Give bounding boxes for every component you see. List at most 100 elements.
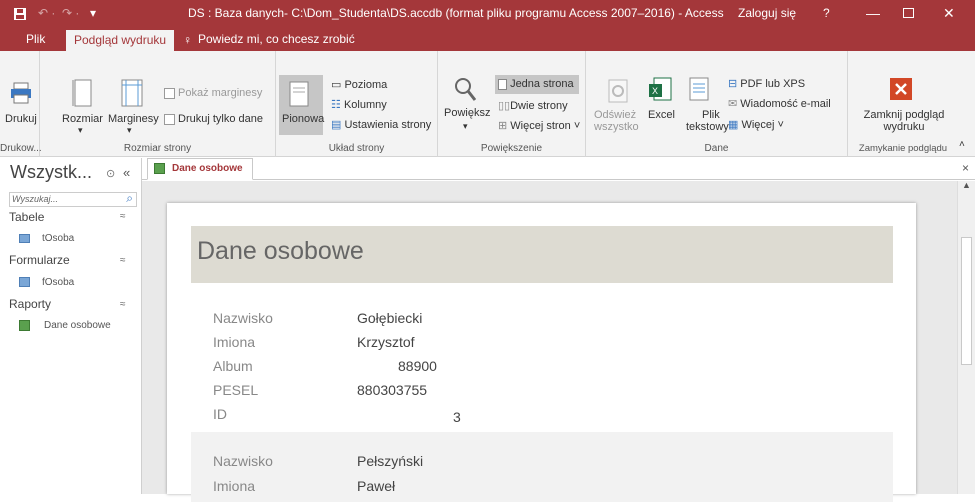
scroll-up-icon[interactable]: ▲ <box>962 180 971 190</box>
section-tables[interactable]: Tabele <box>9 210 44 224</box>
close-preview-button[interactable]: Zamknij podgląd wydruku <box>854 109 954 133</box>
more-pages-icon: ⊞ <box>498 120 508 132</box>
page-setup-button[interactable]: ▤ Ustawienia strony <box>331 118 431 131</box>
nav-item-tosoba[interactable]: tOsoba <box>42 233 74 244</box>
group-print-label: Drukow... <box>0 143 42 154</box>
redo-icon[interactable]: ↷ · <box>62 0 79 27</box>
value-album: 88900 <box>398 358 437 374</box>
more-export-button[interactable]: ▦ Więcej ˅ <box>728 118 784 131</box>
nav-search-input[interactable]: Wyszukaj... ⌕ <box>9 191 137 207</box>
print-data-only-checkbox[interactable]: Drukuj tylko dane <box>164 113 263 125</box>
zoom-button[interactable]: Powiększ <box>444 107 490 119</box>
sign-in-link[interactable]: Zaloguj się <box>738 0 796 27</box>
label-imiona: Imiona <box>213 334 256 350</box>
refresh-icon <box>608 79 628 103</box>
pdf-label: PDF lub XPS <box>740 78 806 90</box>
label-nazwisko: Nazwisko <box>213 310 273 326</box>
portrait-button[interactable]: Pionowa <box>282 113 324 125</box>
text-file-button[interactable]: Plik tekstowy <box>686 109 729 133</box>
close-doc-icon[interactable]: × <box>962 161 969 175</box>
collapse-ribbon-icon[interactable]: ˄ <box>959 139 965 150</box>
tab-print-preview[interactable]: Podgląd wydruku <box>66 30 175 51</box>
pdf-xps-button[interactable]: ⊟ PDF lub XPS <box>728 77 805 90</box>
nav-search-placeholder: Wyszukaj... <box>12 194 59 204</box>
tell-me-box[interactable]: Powiedz mi, co chcesz zrobić <box>190 27 363 51</box>
columns-icon: ☷ <box>331 99 341 111</box>
nav-item-fosoba[interactable]: fOsoba <box>42 277 74 288</box>
minimize-button[interactable]: — <box>866 0 880 27</box>
group-zoom-label: Powiększenie <box>480 143 543 154</box>
group-close-label: Zamykanie podglądu <box>858 143 948 154</box>
vertical-scrollbar[interactable]: ▲ <box>957 180 975 494</box>
landscape-button[interactable]: ▭ Pozioma <box>331 78 387 91</box>
size-button[interactable]: Rozmiar <box>62 113 103 125</box>
size-dropdown-icon: ▾ <box>78 125 83 135</box>
show-margins-checkbox[interactable]: Pokaż marginesy <box>164 87 262 99</box>
refresh-all-button[interactable]: Odśwież wszystko <box>594 109 639 133</box>
one-page-button[interactable]: Jedna strona <box>498 78 574 90</box>
text-file-label-2: tekstowy <box>686 121 729 133</box>
save-icon[interactable] <box>14 8 26 20</box>
section-reports[interactable]: Raporty <box>9 297 51 311</box>
record-band-alt <box>191 432 893 502</box>
ribbon: Drukuj Drukow... Rozmiar ▾ Marginesy ▾ P… <box>0 51 975 157</box>
value-nazwisko: Gołębiecki <box>357 310 423 326</box>
group-data: Odśwież wszystko X Excel Plik tekstowy ⊟ P… <box>586 51 848 157</box>
one-page-label: Jedna strona <box>510 78 574 90</box>
scroll-thumb[interactable] <box>961 237 972 365</box>
page-setup-label: Ustawienia strony <box>344 119 432 131</box>
more-pages-button[interactable]: ⊞ Więcej stron ˅ <box>498 119 580 132</box>
excel-icon: X <box>649 77 672 101</box>
email-icon: ✉ <box>728 98 738 110</box>
label-id: ID <box>213 406 227 422</box>
columns-label: Kolumny <box>343 99 387 111</box>
undo-icon[interactable]: ↶ · <box>38 0 55 27</box>
report-page: Dane osobowe Nazwisko Gołębiecki Imiona … <box>167 203 916 502</box>
svg-text:X: X <box>652 86 658 96</box>
label-album: Album <box>213 358 253 374</box>
print-data-only-label: Drukuj tylko dane <box>178 113 263 125</box>
nav-item-dane-osobowe[interactable]: Dane osobowe <box>44 320 111 331</box>
tab-dane-osobowe[interactable]: Dane osobowe <box>147 158 253 180</box>
text-file-icon <box>689 77 709 101</box>
nav-collapse-icon[interactable]: « <box>123 165 130 180</box>
chevron-up-icon[interactable]: ≈ <box>120 255 126 266</box>
section-forms[interactable]: Formularze <box>9 253 70 267</box>
printer-icon <box>11 82 31 104</box>
pdf-icon: ⊟ <box>728 78 738 90</box>
close-window-button[interactable]: ✕ <box>943 0 955 27</box>
group-page-size-label: Rozmiar strony <box>123 143 192 154</box>
print-button[interactable]: Drukuj <box>5 113 37 125</box>
refresh-label-1: Odśwież <box>594 109 637 121</box>
label-nazwisko: Nazwisko <box>213 453 273 469</box>
margins-button[interactable]: Marginesy <box>108 113 159 125</box>
two-pages-button[interactable]: ▯▯Dwie strony <box>498 99 568 112</box>
chevron-up-icon[interactable]: ≈ <box>120 299 126 310</box>
one-page-icon <box>498 78 507 90</box>
nav-title[interactable]: Wszystk... <box>10 162 92 183</box>
navigation-pane: Wszystk... ⊙ « Wyszukaj... ⌕ Tabele ≈ tO… <box>0 158 142 494</box>
nav-menu-icon[interactable]: ⊙ <box>106 167 115 180</box>
group-page-layout-label: Układ strony <box>328 143 385 154</box>
chevron-up-icon[interactable]: ≈ <box>120 211 126 222</box>
report-header: Dane osobowe <box>191 226 893 283</box>
form-icon <box>19 277 30 287</box>
maximize-button[interactable] <box>903 8 914 18</box>
doc-tab-label: Dane osobowe <box>172 163 243 174</box>
excel-button[interactable]: Excel <box>648 109 675 121</box>
ribbon-tabs: Plik Podgląd wydruku ♀ Powiedz mi, co ch… <box>0 27 975 51</box>
columns-button[interactable]: ☷ Kolumny <box>331 98 387 111</box>
margins-icon <box>121 79 143 107</box>
table-icon <box>19 234 30 243</box>
email-button[interactable]: ✉ Wiadomość e-mail <box>728 97 831 110</box>
customize-qat-icon[interactable]: ▾ <box>90 0 96 27</box>
two-pages-icon: ▯▯ <box>498 100 511 112</box>
help-button[interactable]: ? <box>823 0 830 27</box>
close-preview-label-1: Zamknij podgląd <box>863 109 945 121</box>
more-label: Więcej ˅ <box>741 119 784 131</box>
close-preview-label-2: wydruku <box>883 121 925 133</box>
tab-file[interactable]: Plik <box>18 27 53 51</box>
search-icon: ⌕ <box>126 191 133 205</box>
group-data-label: Dane <box>704 143 729 154</box>
group-close-preview: Zamknij podgląd wydruku Zamykanie podgląd… <box>848 51 958 157</box>
